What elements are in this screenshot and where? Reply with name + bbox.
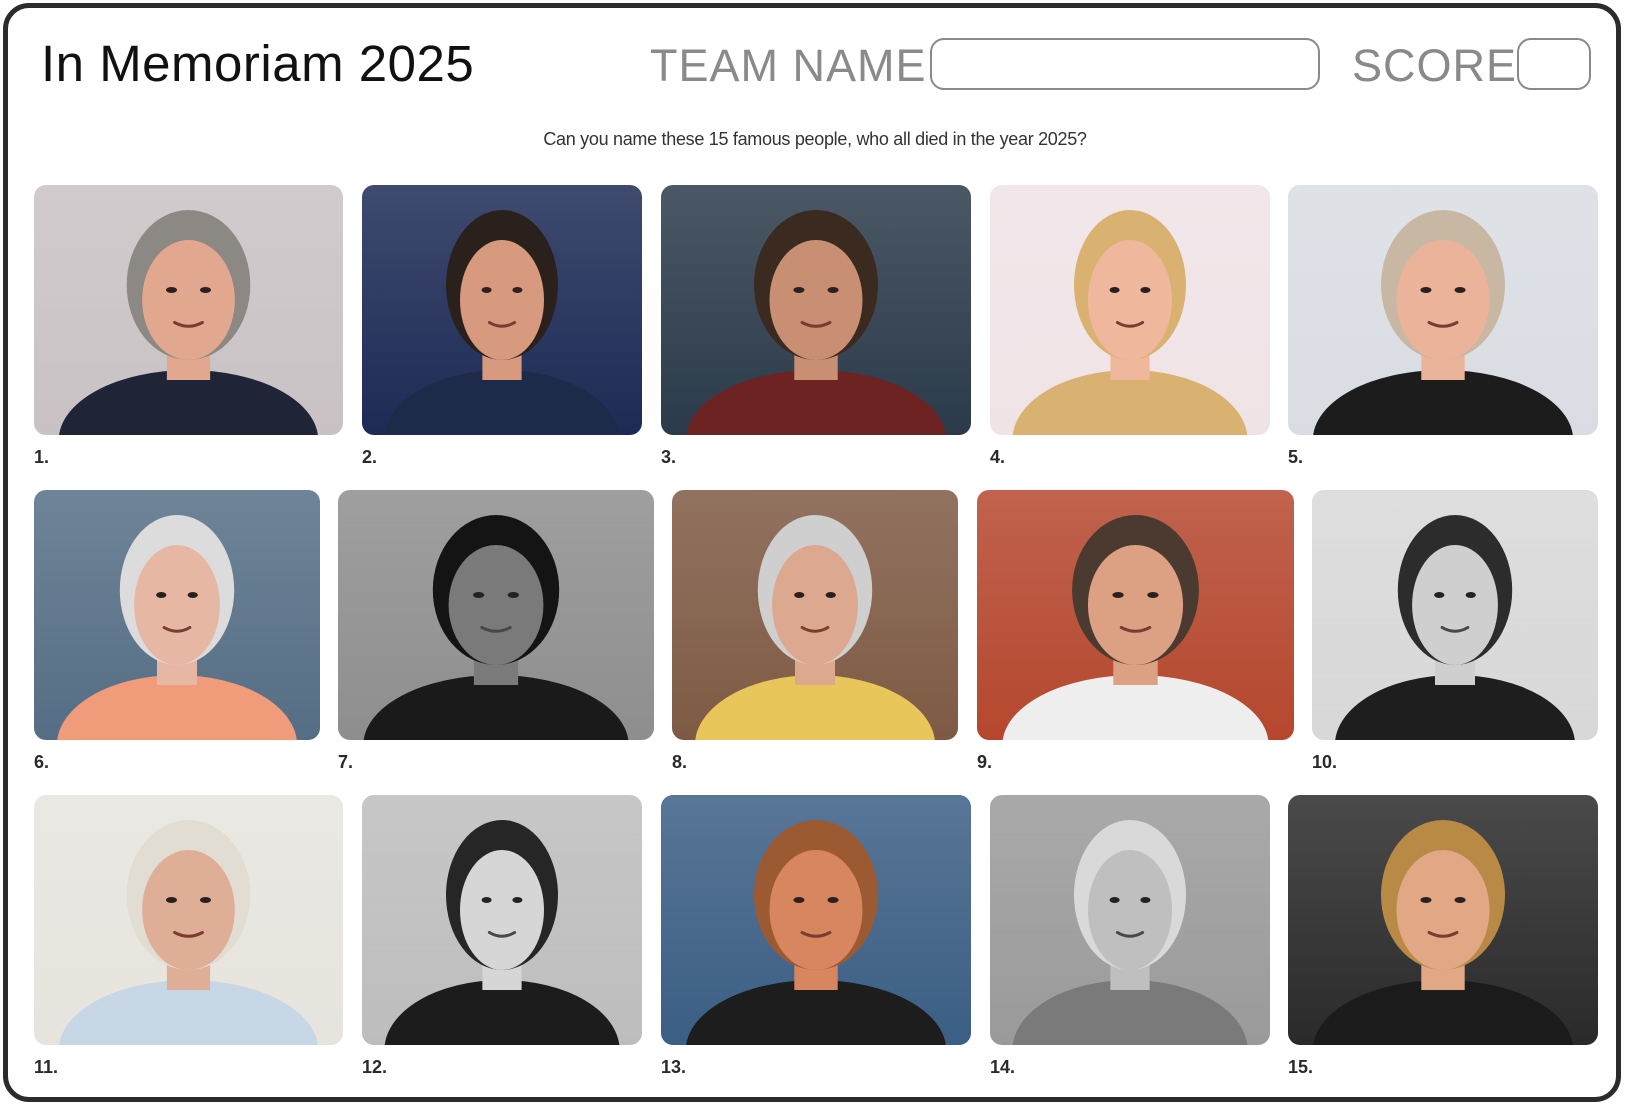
photo-number-1: 1. (34, 447, 50, 467)
eye (481, 897, 492, 903)
photo-number-4: 4. (990, 447, 1006, 467)
eye (1112, 592, 1124, 598)
quiz-instructions: Can you name these 15 famous people, who… (543, 129, 1087, 149)
face (142, 240, 235, 360)
eye (1147, 592, 1159, 598)
eye (1465, 592, 1476, 598)
photo-number-12: 12. (362, 1057, 388, 1077)
eye (794, 592, 805, 598)
photo-number-14: 14. (990, 1057, 1016, 1077)
eye (1420, 897, 1432, 903)
eye (1454, 897, 1466, 903)
photo-number-10: 10. (1312, 752, 1338, 772)
photo-number-3: 3. (661, 447, 677, 467)
eye (512, 897, 523, 903)
photo-number-11: 11. (34, 1057, 59, 1077)
eye (1140, 287, 1151, 293)
eye (827, 287, 839, 293)
face (460, 240, 544, 360)
eye (507, 592, 520, 598)
person-photo-11 (34, 795, 343, 1045)
portrait-graphic (34, 795, 343, 1045)
face (1088, 240, 1172, 360)
portrait-graphic (1312, 490, 1598, 740)
face (134, 545, 220, 665)
photo-number-6: 6. (34, 752, 50, 772)
photo-number-13: 13. (661, 1057, 687, 1077)
eye (165, 897, 178, 903)
person-photo-13 (661, 795, 971, 1045)
face (460, 850, 544, 970)
face (1396, 850, 1490, 970)
eye (793, 287, 805, 293)
photo-number-7: 7. (338, 752, 354, 772)
eye (199, 287, 212, 293)
page-title: In Memoriam 2025 (41, 35, 475, 92)
eye (1140, 897, 1151, 903)
face (769, 240, 863, 360)
face (772, 545, 858, 665)
portrait-graphic (977, 490, 1294, 740)
person-photo-2 (362, 185, 642, 435)
team-name-input[interactable] (930, 38, 1320, 90)
person-photo-10 (1312, 490, 1598, 740)
eye (165, 287, 178, 293)
eye (1420, 287, 1432, 293)
portrait-graphic (362, 795, 642, 1045)
person-photo-14 (990, 795, 1270, 1045)
face (1412, 545, 1498, 665)
eye (825, 592, 836, 598)
eye (1434, 592, 1445, 598)
portrait-graphic (661, 795, 971, 1045)
face (448, 545, 544, 665)
eye (1454, 287, 1466, 293)
portrait-graphic (990, 795, 1270, 1045)
person-photo-7 (338, 490, 654, 740)
score-label: SCORE (1352, 40, 1518, 91)
portrait-graphic (1288, 795, 1598, 1045)
portrait-graphic (990, 185, 1270, 435)
photo-number-2: 2. (362, 447, 378, 467)
photo-number-5: 5. (1288, 447, 1304, 467)
portrait-graphic (34, 490, 320, 740)
portrait-graphic (362, 185, 642, 435)
portrait-graphic (1288, 185, 1598, 435)
face (142, 850, 235, 970)
portrait-graphic (34, 185, 343, 435)
portrait-graphic (661, 185, 971, 435)
photo-number-8: 8. (672, 752, 688, 772)
photo-number-9: 9. (977, 752, 993, 772)
person-photo-4 (990, 185, 1270, 435)
person-photo-9 (977, 490, 1294, 740)
person-photo-12 (362, 795, 642, 1045)
person-photo-5 (1288, 185, 1598, 435)
eye (472, 592, 485, 598)
person-photo-1 (34, 185, 343, 435)
eye (156, 592, 167, 598)
face (1087, 545, 1184, 665)
face (769, 850, 863, 970)
face (1396, 240, 1490, 360)
face (1088, 850, 1172, 970)
score-input[interactable] (1517, 38, 1591, 90)
person-photo-8 (672, 490, 958, 740)
eye (1109, 287, 1120, 293)
person-photo-6 (34, 490, 320, 740)
eye (199, 897, 212, 903)
eye (793, 897, 805, 903)
person-photo-15 (1288, 795, 1598, 1045)
photo-number-15: 15. (1288, 1057, 1314, 1077)
eye (827, 897, 839, 903)
eye (1109, 897, 1120, 903)
eye (512, 287, 523, 293)
person-photo-3 (661, 185, 971, 435)
portrait-graphic (672, 490, 958, 740)
eye (187, 592, 198, 598)
eye (481, 287, 492, 293)
portrait-graphic (338, 490, 654, 740)
team-name-label: TEAM NAME (650, 40, 927, 91)
